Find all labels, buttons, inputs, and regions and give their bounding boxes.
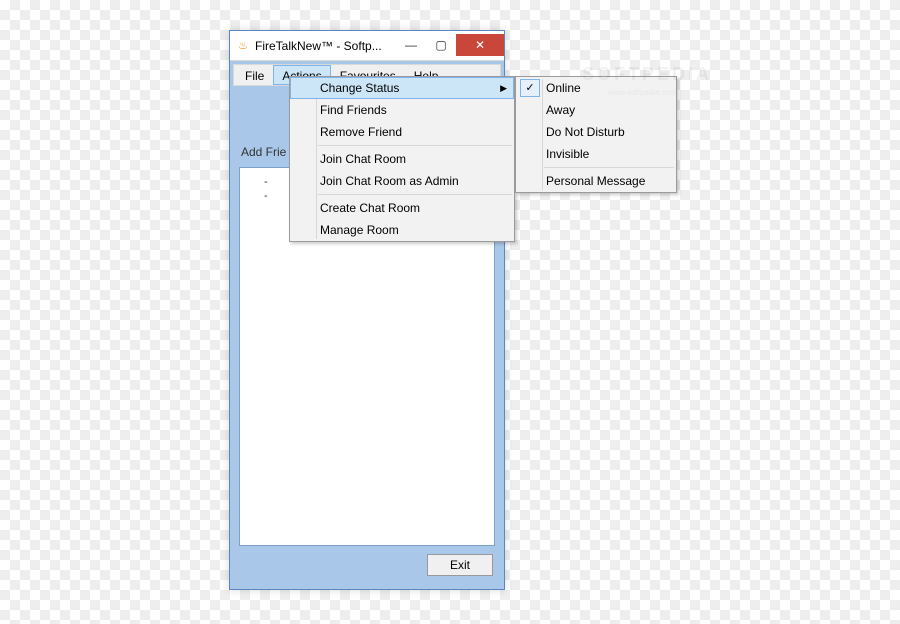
- actions-dropdown: Change Status ▶ Find Friends Remove Frie…: [289, 76, 515, 242]
- minimize-button[interactable]: —: [396, 34, 426, 56]
- app-icon: ♨: [236, 39, 250, 53]
- menuitem-label: Away: [546, 103, 575, 117]
- menuitem-join-chat-room[interactable]: Join Chat Room: [290, 148, 514, 170]
- close-button[interactable]: ✕: [456, 34, 504, 56]
- menuitem-status-online[interactable]: ✓ Online: [516, 77, 676, 99]
- menuitem-status-invisible[interactable]: Invisible: [516, 143, 676, 165]
- menu-separator: [318, 194, 512, 195]
- menuitem-join-chat-room-admin[interactable]: Join Chat Room as Admin: [290, 170, 514, 192]
- title-bar[interactable]: ♨ FireTalkNew™ - Softp... — ▢ ✕: [230, 31, 504, 61]
- menuitem-personal-message[interactable]: Personal Message: [516, 170, 676, 192]
- list-item: -: [264, 190, 268, 202]
- menuitem-create-chat-room[interactable]: Create Chat Room: [290, 197, 514, 219]
- status-submenu: ✓ Online Away Do Not Disturb Invisible P…: [515, 76, 677, 193]
- menuitem-label: Manage Room: [320, 223, 399, 237]
- exit-button[interactable]: Exit: [427, 554, 493, 576]
- menu-separator: [544, 167, 674, 168]
- check-icon: ✓: [520, 79, 540, 97]
- list-item: -: [264, 176, 268, 188]
- submenu-arrow-icon: ▶: [500, 83, 507, 94]
- menuitem-label: Do Not Disturb: [546, 125, 625, 139]
- menuitem-label: Join Chat Room as Admin: [320, 174, 459, 188]
- menuitem-label: Invisible: [546, 147, 589, 161]
- menuitem-status-dnd[interactable]: Do Not Disturb: [516, 121, 676, 143]
- window-title: FireTalkNew™ - Softp...: [255, 39, 382, 53]
- menuitem-label: Online: [546, 81, 581, 95]
- menuitem-change-status[interactable]: Change Status ▶: [290, 77, 514, 99]
- menuitem-remove-friend[interactable]: Remove Friend: [290, 121, 514, 143]
- menuitem-find-friends[interactable]: Find Friends: [290, 99, 514, 121]
- menuitem-label: Remove Friend: [320, 125, 402, 139]
- menuitem-label: Join Chat Room: [320, 152, 406, 166]
- add-friend-label: Add Frie: [241, 145, 286, 159]
- menu-file[interactable]: File: [236, 65, 273, 85]
- menuitem-status-away[interactable]: Away: [516, 99, 676, 121]
- menuitem-label: Change Status: [320, 81, 399, 95]
- menuitem-label: Find Friends: [320, 103, 387, 117]
- menuitem-label: Personal Message: [546, 174, 645, 188]
- menu-separator: [318, 145, 512, 146]
- menuitem-manage-room[interactable]: Manage Room: [290, 219, 514, 241]
- menuitem-label: Create Chat Room: [320, 201, 420, 215]
- maximize-button[interactable]: ▢: [426, 34, 456, 56]
